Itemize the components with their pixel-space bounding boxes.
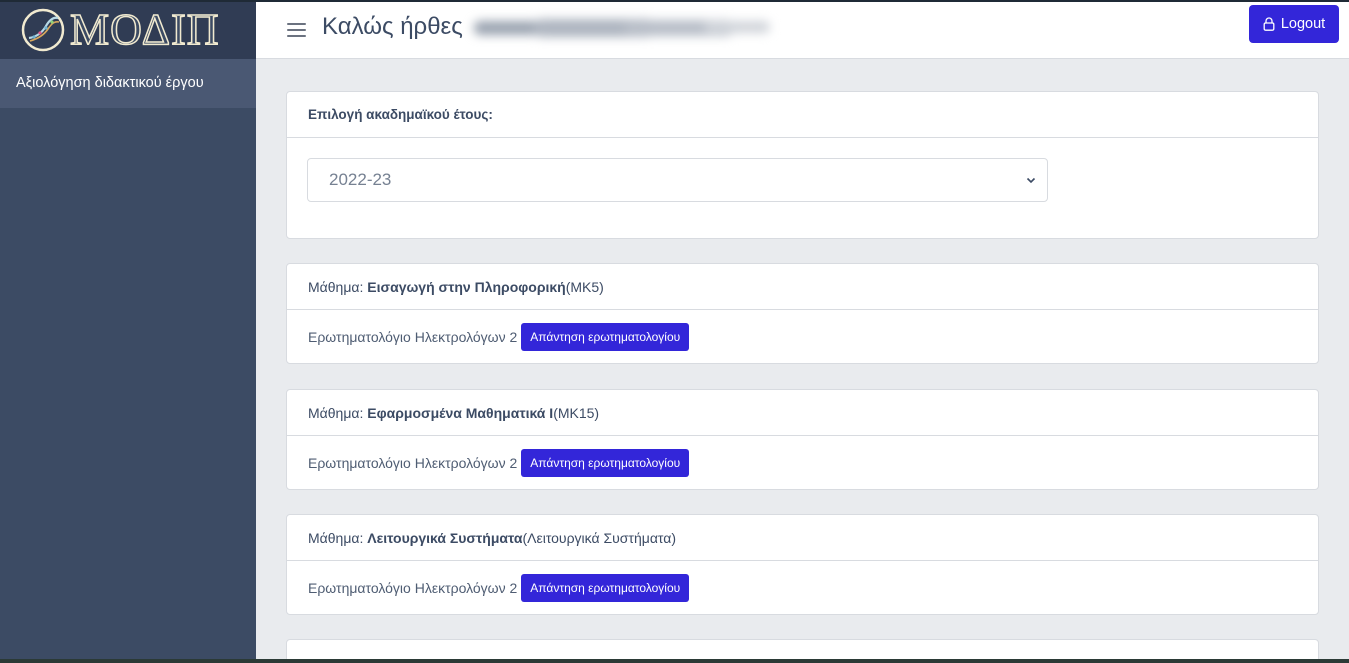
- window-top-edge: [0, 0, 1349, 2]
- top-header: Καλώς ήρθες Logout: [256, 2, 1349, 59]
- logout-label: Logout: [1280, 16, 1326, 32]
- course-card: Μάθημα: Εφαρμοσμένα Μαθηματικά Ι (ΜΚ15) Ε…: [286, 389, 1319, 490]
- year-selector-title: Επιλογή ακαδημαϊκού έτους:: [287, 92, 1318, 138]
- course-name: Λειτουργικά Συστήματα: [367, 529, 523, 546]
- year-selector-card: Επιλογή ακαδημαϊκού έτους: 2022-23: [286, 91, 1319, 239]
- answer-questionnaire-button[interactable]: Απάντηση ερωτηματολογίου: [521, 449, 690, 477]
- course-name: Εφαρμοσμένα Μαθηματικά Ι: [367, 404, 554, 421]
- redacted-username: [474, 19, 770, 37]
- course-name: Εισαγωγή στην Πληροφορική: [367, 278, 566, 295]
- academic-year-select[interactable]: 2022-23: [307, 158, 1048, 202]
- academic-year-value: 2022-23: [329, 170, 392, 189]
- lock-icon: [1263, 17, 1275, 31]
- answer-questionnaire-button[interactable]: Απάντηση ερωτηματολογίου: [521, 323, 690, 351]
- course-header: Μάθημα: Λειτουργικά Συστήματα (Λειτουργικ…: [287, 515, 1318, 561]
- course-body: Ερωτηματολόγιο Ηλεκτρολόγων 2 Απάντηση ε…: [287, 436, 1318, 490]
- questionnaire-name: Ερωτηματολόγιο Ηλεκτρολόγων 2: [308, 580, 518, 596]
- modip-logo-icon: [21, 8, 65, 51]
- course-prefix: Μάθημα:: [308, 529, 364, 546]
- course-code: (ΜΚ15): [553, 404, 600, 421]
- questionnaire-name: Ερωτηματολόγιο Ηλεκτρολόγων 2: [308, 329, 518, 345]
- brand[interactable]: ΜΟΔΙΠ: [0, 0, 256, 59]
- course-body: Ερωτηματολόγιο Ηλεκτρολόγων 2 Απάντηση ε…: [287, 561, 1318, 615]
- window-bottom-edge: [0, 659, 1349, 663]
- questionnaire-name: Ερωτηματολόγιο Ηλεκτρολόγων 2: [308, 455, 518, 471]
- course-header: Μάθημα: Εφαρμοσμένα Μαθηματικά Ι (ΜΚ15): [287, 390, 1318, 436]
- course-header: Μάθημα: Εισαγωγή στην Πληροφορική (ΜΚ5): [287, 264, 1318, 310]
- course-body: Ερωτηματολόγιο Ηλεκτρολόγων 2 Απάντηση ε…: [287, 310, 1318, 364]
- course-code: (ΜΚ5): [565, 278, 604, 295]
- logout-button[interactable]: Logout: [1249, 5, 1339, 43]
- course-code: (Λειτουργικά Συστήματα): [522, 529, 676, 546]
- chevron-down-icon: [1026, 177, 1036, 184]
- brand-name: ΜΟΔΙΠ: [69, 4, 220, 54]
- sidebar: ΜΟΔΙΠ Αξιολόγηση διδακτικού έργου: [0, 0, 256, 663]
- answer-questionnaire-button[interactable]: Απάντηση ερωτηματολογίου: [521, 574, 690, 602]
- sidebar-item-teaching-evaluation[interactable]: Αξιολόγηση διδακτικού έργου: [0, 59, 256, 108]
- course-prefix: Μάθημα:: [308, 404, 364, 421]
- course-prefix: Μάθημα:: [308, 278, 364, 295]
- hamburger-icon[interactable]: [287, 23, 306, 37]
- welcome-text: Καλώς ήρθες: [322, 13, 463, 40]
- course-card: Μάθημα: Εισαγωγή στην Πληροφορική (ΜΚ5) Ε…: [286, 263, 1319, 364]
- course-card: Μάθημα: Λειτουργικά Συστήματα (Λειτουργικ…: [286, 514, 1319, 615]
